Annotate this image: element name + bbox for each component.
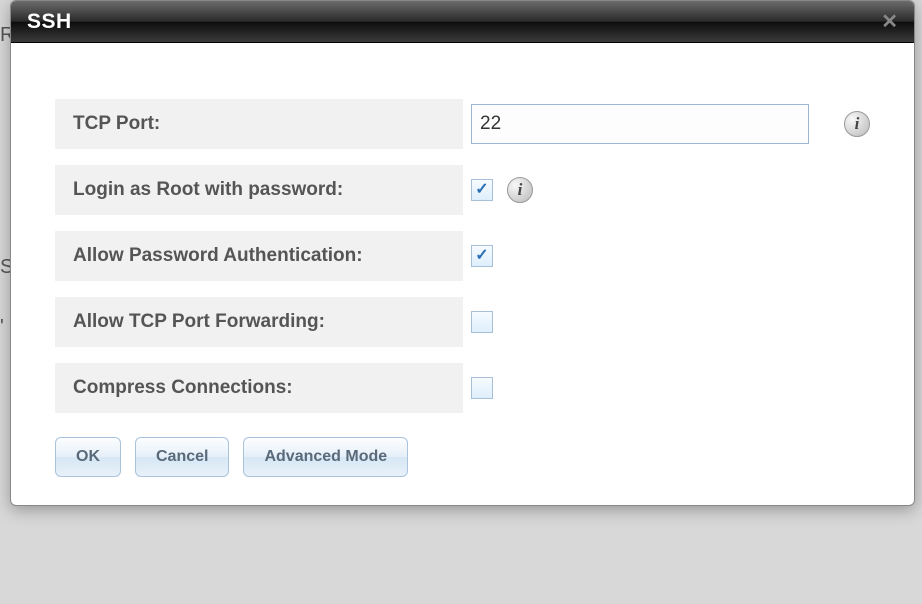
control-tcp-port: i [463, 104, 870, 144]
label-tcp-port: TCP Port: [55, 99, 463, 149]
info-icon[interactable]: i [507, 177, 533, 203]
dialog-body: TCP Port: i Login as Root with password:… [11, 43, 914, 505]
dialog-title: SSH [27, 10, 881, 34]
info-icon[interactable]: i [844, 111, 870, 137]
login-root-checkbox[interactable] [471, 179, 493, 201]
row-tcp-port: TCP Port: i [55, 99, 870, 149]
allow-pw-auth-checkbox[interactable] [471, 245, 493, 267]
label-allow-tcp-fwd: Allow TCP Port Forwarding: [55, 297, 463, 347]
control-login-root: i [463, 177, 870, 203]
control-compress [463, 377, 870, 399]
control-allow-tcp-fwd [463, 311, 870, 333]
row-allow-pw-auth: Allow Password Authentication: [55, 231, 870, 281]
compress-checkbox[interactable] [471, 377, 493, 399]
bg-text: ' [0, 316, 4, 339]
row-compress: Compress Connections: [55, 363, 870, 413]
row-allow-tcp-fwd: Allow TCP Port Forwarding: [55, 297, 870, 347]
titlebar: SSH ✕ [11, 1, 914, 43]
button-row: OK Cancel Advanced Mode [55, 437, 870, 477]
ok-button[interactable]: OK [55, 437, 121, 477]
label-compress: Compress Connections: [55, 363, 463, 413]
row-login-root: Login as Root with password: i [55, 165, 870, 215]
label-allow-pw-auth: Allow Password Authentication: [55, 231, 463, 281]
close-icon[interactable]: ✕ [881, 9, 898, 34]
tcp-port-input[interactable] [471, 104, 809, 144]
control-allow-pw-auth [463, 245, 870, 267]
cancel-button[interactable]: Cancel [135, 437, 229, 477]
label-login-root: Login as Root with password: [55, 165, 463, 215]
advanced-mode-button[interactable]: Advanced Mode [243, 437, 408, 477]
allow-tcp-fwd-checkbox[interactable] [471, 311, 493, 333]
ssh-dialog: SSH ✕ TCP Port: i Login as Root with pas… [10, 0, 915, 506]
